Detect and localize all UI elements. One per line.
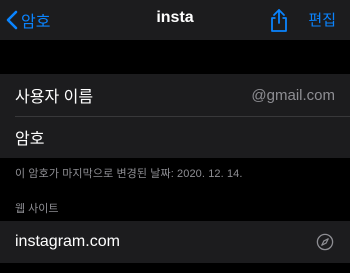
website-section-header: 웹 사이트 [15,203,59,215]
compass-icon[interactable] [316,233,334,251]
chevron-left-icon [6,10,21,30]
back-button[interactable]: 암호 [6,8,50,32]
password-changed-note: 이 암호가 마지막으로 변경된 날짜: 2020. 12. 14. [15,168,243,180]
website-row[interactable]: instagram.com [0,221,350,263]
share-button[interactable] [268,7,290,33]
username-label: 사용자 이름 [15,89,94,106]
page-title: insta [156,9,194,26]
password-row[interactable]: 암호 [0,116,350,158]
back-button-label: 암호 [21,14,51,31]
navigation-bar: 암호 insta 편집 [0,0,350,40]
share-icon [268,9,290,37]
password-detail-screen: 암호 insta 편집 사용자 이름 @gmail.com 암호 이 암호가 마… [0,0,350,273]
username-value[interactable]: @gmail.com [251,87,335,104]
username-row[interactable]: 사용자 이름 @gmail.com [0,74,350,116]
website-group: instagram.com [0,221,350,263]
edit-button[interactable]: 편집 [308,9,336,30]
password-label: 암호 [15,131,45,148]
row-divider [15,116,350,117]
website-url: instagram.com [15,233,120,250]
